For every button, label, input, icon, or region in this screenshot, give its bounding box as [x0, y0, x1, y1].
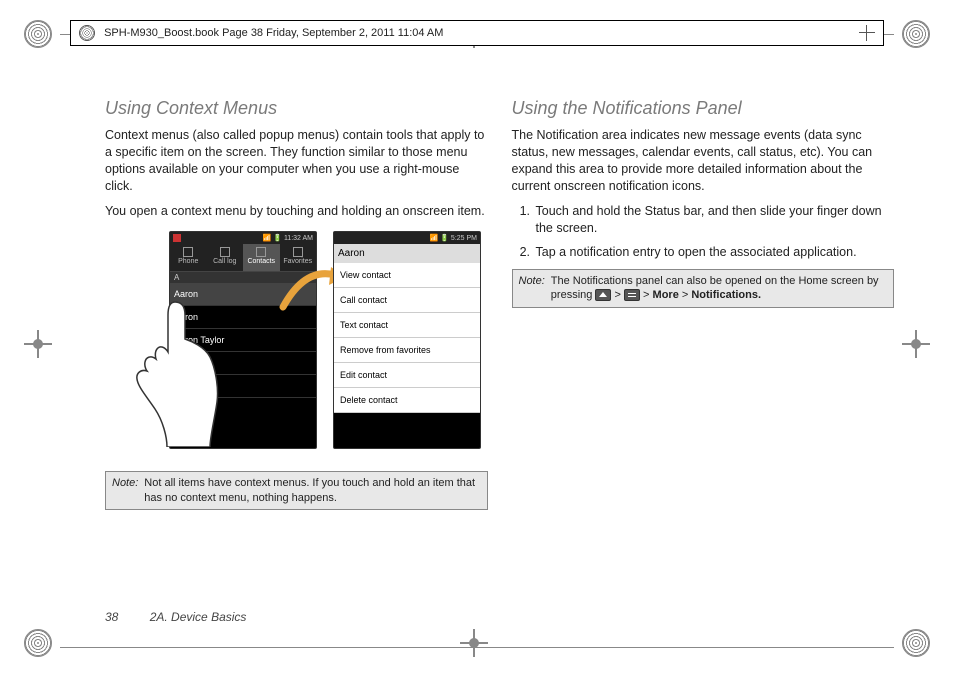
para-context-1: Context menus (also called popup menus) …	[105, 127, 488, 195]
heading-notifications: Using the Notifications Panel	[512, 98, 895, 119]
steps-list: Touch and hold the Status bar, and then …	[534, 203, 895, 262]
crop-cross-rm	[902, 330, 930, 363]
column-left: Using Context Menus Context menus (also …	[105, 98, 488, 510]
crop-ring-bl	[24, 629, 52, 662]
crop-ring-br	[902, 629, 930, 662]
step-1: Touch and hold the Status bar, and then …	[534, 203, 895, 238]
para-context-2: You open a context menu by touching and …	[105, 203, 488, 220]
note-label: Note:	[519, 274, 545, 303]
menu-item: View contact	[334, 263, 480, 288]
menu-title: Aaron	[334, 244, 480, 263]
tab-call-log: Call log	[207, 244, 244, 271]
context-menu-illustration: 📶 🔋 11:32 AM Phone Call log Contacts Fav…	[161, 227, 488, 463]
note-label: Note:	[112, 476, 138, 505]
page-number: 38	[105, 610, 118, 624]
note-context: Note: Not all items have context menus. …	[105, 471, 488, 510]
crop-cross-lm	[24, 330, 52, 363]
hand-icon	[115, 297, 225, 447]
para-notif-1: The Notification area indicates new mess…	[512, 127, 895, 195]
note-notifications: Note: The Notifications panel can also b…	[512, 269, 895, 308]
home-key-icon	[595, 289, 611, 301]
note-text: Not all items have context menus. If you…	[144, 476, 480, 505]
menu-item: Text contact	[334, 313, 480, 338]
status-bar-left: 📶 🔋 11:32 AM	[170, 232, 316, 244]
menu-key-icon	[624, 289, 640, 301]
tab-phone: Phone	[170, 244, 207, 271]
status-bar-right: 📶 🔋 5:25 PM	[334, 232, 480, 244]
print-header: SPH-M930_Boost.book Page 38 Friday, Sept…	[70, 20, 884, 46]
section-title: 2A. Device Basics	[150, 610, 247, 624]
menu-item: Remove from favorites	[334, 338, 480, 363]
header-ring-icon	[79, 25, 95, 41]
header-cross-icon	[859, 25, 875, 41]
menu-item: Call contact	[334, 288, 480, 313]
menu-item: Edit contact	[334, 363, 480, 388]
column-right: Using the Notifications Panel The Notifi…	[512, 98, 895, 510]
menu-item: Delete contact	[334, 388, 480, 413]
crop-ring-tl	[24, 20, 52, 53]
step-2: Tap a notification entry to open the ass…	[534, 244, 895, 262]
crop-ring-tr	[902, 20, 930, 53]
print-rule-bottom	[60, 647, 894, 648]
phone-context-menu: 📶 🔋 5:25 PM Aaron View contact Call cont…	[333, 231, 481, 449]
header-text: SPH-M930_Boost.book Page 38 Friday, Sept…	[104, 27, 443, 39]
page-footer: 38 2A. Device Basics	[105, 610, 246, 624]
crop-cross-bm	[460, 629, 488, 662]
note-text: The Notifications panel can also be open…	[551, 274, 887, 303]
heading-context-menus: Using Context Menus	[105, 98, 488, 119]
